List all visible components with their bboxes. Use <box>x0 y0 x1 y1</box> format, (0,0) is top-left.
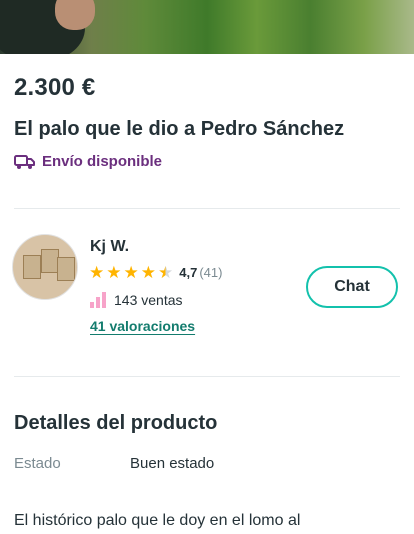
seller-sales: 143 ventas <box>90 292 183 308</box>
section-title: Detalles del producto <box>14 412 218 434</box>
chat-button[interactable]: Chat <box>306 266 398 308</box>
rating-score: 4,7 <box>179 265 198 280</box>
product-photo[interactable] <box>0 0 414 54</box>
star-icon: ★ <box>106 263 122 282</box>
star-icon: ★ <box>89 263 105 282</box>
condition-value: Buen estado <box>130 455 215 472</box>
avatar-item <box>23 255 41 279</box>
truck-icon <box>14 154 36 170</box>
star-icon: ★ <box>140 263 156 282</box>
seller-name[interactable]: Kj W. <box>90 238 129 256</box>
reviews-link[interactable]: 41 valoraciones <box>90 318 195 334</box>
product-price: 2.300 € <box>14 74 96 101</box>
seller-avatar[interactable] <box>12 234 78 300</box>
divider <box>14 376 400 377</box>
avatar-item <box>57 257 75 281</box>
shipping-label: Envío disponible <box>42 153 163 170</box>
rating-count: (41) <box>199 265 223 280</box>
product-description: El histórico palo que le doy en el lomo … <box>14 512 301 529</box>
sales-count: 143 ventas <box>114 292 183 308</box>
product-title: El palo que le dio a Pedro Sánchez <box>14 118 345 140</box>
shipping-badge: Envío disponible <box>14 153 162 170</box>
divider <box>14 208 400 209</box>
sales-chart-icon <box>90 292 106 308</box>
photo-hand <box>55 0 95 30</box>
star-icon: ★ <box>123 263 139 282</box>
half-star-icon: ★ <box>158 263 174 282</box>
condition-label: Estado <box>14 455 61 472</box>
seller-rating: ★ ★ ★ ★ ★ 4,7 (41) <box>89 264 222 281</box>
detail-row-condition: Estado Buen estado <box>14 455 214 472</box>
